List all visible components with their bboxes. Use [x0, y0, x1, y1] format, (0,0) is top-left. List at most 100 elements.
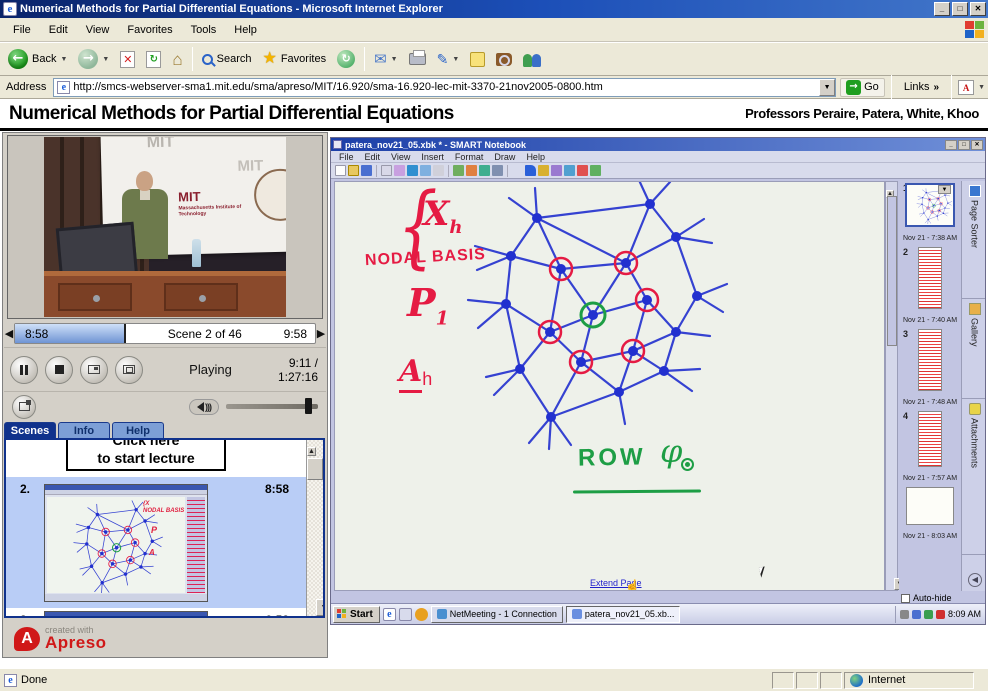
- scene-item-1[interactable]: Click here to start lecture: [6, 440, 323, 477]
- layout-button[interactable]: [80, 356, 108, 384]
- canvas-scrollbar[interactable]: ▲ ▼: [885, 181, 898, 591]
- tray-network-icon[interactable]: [924, 610, 933, 619]
- playback-status: Playing: [150, 362, 271, 377]
- scene-3-thumbnail[interactable]: OLD BUSINESS: [44, 611, 208, 618]
- tab-info[interactable]: Info: [58, 422, 110, 439]
- address-input[interactable]: [73, 79, 819, 96]
- tray-pen-icon[interactable]: [900, 610, 909, 619]
- discuss-button[interactable]: [466, 50, 489, 69]
- tab-help[interactable]: Help: [112, 422, 164, 439]
- notebook-close-icon: ✕: [971, 140, 983, 150]
- minimize-button[interactable]: _: [934, 2, 950, 16]
- print-button[interactable]: [405, 51, 430, 67]
- task-netmeeting[interactable]: NetMeeting - 1 Connection: [431, 606, 563, 623]
- tab-page-sorter[interactable]: Page Sorter: [962, 181, 986, 299]
- adobe-pdf-icon[interactable]: A: [958, 80, 974, 95]
- stop-button[interactable]: ✕: [116, 49, 139, 70]
- scene-item-3[interactable]: 3. 9:58 OLD BUSINESS: [6, 608, 323, 618]
- start-button[interactable]: Start: [333, 606, 380, 623]
- page-header: Numerical Methods for Partial Differenti…: [0, 99, 988, 131]
- volume-row: ))): [4, 391, 326, 421]
- tab-scenes[interactable]: Scenes: [4, 422, 56, 439]
- scroll-down-icon[interactable]: ▼: [316, 599, 325, 616]
- scene-progress-track[interactable]: 8:58 Scene 2 of 46 9:58: [14, 323, 316, 344]
- page-thumb-2[interactable]: 2 Nov 21 - 7:40 AM: [899, 247, 961, 327]
- search-button[interactable]: Search: [198, 51, 256, 67]
- home-button[interactable]: ⌂: [168, 49, 186, 70]
- stop-playback-button[interactable]: [45, 356, 73, 384]
- smart-notebook-capture[interactable]: patera_nov21_05.xbk * - SMART Notebook _…: [330, 137, 986, 625]
- swap-view-button[interactable]: [115, 356, 143, 384]
- status-page-icon: e: [4, 674, 17, 687]
- next-scene-icon[interactable]: ▶: [316, 327, 326, 340]
- quicklaunch-ie-icon[interactable]: e: [383, 608, 396, 621]
- popout-button[interactable]: [12, 395, 36, 419]
- canvas-scroll-thumb[interactable]: [887, 196, 897, 346]
- apreso-branding: A created with Apreso: [4, 620, 326, 657]
- scroll-thumb[interactable]: [307, 458, 323, 480]
- links-menu[interactable]: Links »: [898, 81, 945, 93]
- scene-item-2-selected[interactable]: 2. 8:58 {XNODAL BASIS P A: [6, 477, 323, 608]
- volume-slider[interactable]: [226, 404, 318, 409]
- auto-hide-checkbox[interactable]: [901, 594, 910, 603]
- go-arrow-icon: →: [846, 80, 861, 95]
- volume-knob[interactable]: [305, 398, 312, 414]
- task-notebook[interactable]: patera_nov21_05.xb...: [566, 606, 681, 623]
- refresh-button[interactable]: ↻: [142, 49, 165, 70]
- close-button[interactable]: ✕: [970, 2, 986, 16]
- notebook-canvas[interactable]: { Xh NODAL BASIS P1 Ah ROW φ Extend Page…: [334, 181, 885, 591]
- menu-view[interactable]: View: [77, 21, 119, 39]
- mute-button[interactable]: ))): [189, 399, 219, 415]
- prev-scene-icon[interactable]: ◀: [4, 327, 14, 340]
- tray-antivirus-icon[interactable]: [936, 610, 945, 619]
- menu-file[interactable]: File: [4, 21, 40, 39]
- maximize-button[interactable]: □: [952, 2, 968, 16]
- pause-button[interactable]: [10, 356, 38, 384]
- menu-edit[interactable]: Edit: [40, 21, 77, 39]
- redo-icon: [420, 165, 431, 176]
- swap-view-icon: [123, 365, 135, 374]
- back-dropdown-icon[interactable]: ▼: [60, 56, 67, 63]
- attachments-icon: [969, 403, 981, 415]
- pdf-dropdown-icon[interactable]: ▼: [978, 84, 985, 91]
- tray-display-icon[interactable]: [912, 610, 921, 619]
- research-button[interactable]: [492, 51, 516, 68]
- menu-favorites[interactable]: Favorites: [118, 21, 181, 39]
- mail-dropdown-icon[interactable]: ▼: [391, 56, 398, 63]
- menu-tools[interactable]: Tools: [182, 21, 226, 39]
- favorites-button[interactable]: ★ Favorites: [258, 49, 330, 69]
- scroll-up-icon[interactable]: ▲: [307, 447, 316, 456]
- page-thumb-1[interactable]: 1 ▼ Nov 21 - 7:38 AM: [899, 183, 961, 245]
- mail-icon: ✉: [374, 50, 387, 68]
- page-thumb-5[interactable]: 5 Nov 21 - 8:03 AM: [899, 487, 961, 543]
- scene-list-scrollbar[interactable]: ▲ ▼: [306, 440, 323, 616]
- edit-button[interactable]: ✎ ▼: [433, 49, 464, 70]
- menu-help[interactable]: Help: [225, 21, 266, 39]
- messenger-button[interactable]: [519, 49, 545, 69]
- lecture-video[interactable]: MIT MIT MIT Massachusetts Institute of T…: [44, 137, 286, 317]
- tab-attachments[interactable]: Attachments: [962, 399, 986, 555]
- page-thumb-4[interactable]: 4 Nov 21 - 7:57 AM: [899, 411, 961, 485]
- apreso-logo-icon: A: [14, 627, 40, 651]
- address-dropdown-icon[interactable]: ▼: [819, 79, 835, 96]
- collapse-sidebar-icon[interactable]: ◀: [968, 573, 982, 587]
- page-thumb-3[interactable]: 3 Nov 21 - 7:48 AM: [899, 329, 961, 409]
- address-field[interactable]: e ▼: [53, 78, 836, 97]
- history-button[interactable]: ↻: [333, 48, 359, 70]
- tab-gallery[interactable]: Gallery: [962, 299, 986, 399]
- back-button[interactable]: ← Back ▼: [4, 47, 71, 71]
- home-icon: ⌂: [172, 51, 182, 68]
- quicklaunch-desktop-icon[interactable]: [399, 608, 412, 621]
- auto-hide-option[interactable]: Auto-hide: [901, 593, 952, 603]
- go-button[interactable]: → Go: [840, 78, 885, 97]
- page-dropdown-icon[interactable]: ▼: [938, 185, 951, 194]
- scene-2-thumbnail[interactable]: {XNODAL BASIS P A: [44, 484, 208, 602]
- window-titlebar[interactable]: e Numerical Methods for Partial Differen…: [0, 0, 988, 18]
- start-lecture-box[interactable]: Click here to start lecture: [66, 440, 226, 471]
- quicklaunch-media-icon[interactable]: [415, 608, 428, 621]
- forward-dropdown-icon[interactable]: ▼: [102, 56, 109, 63]
- forward-button[interactable]: → ▼: [74, 47, 113, 71]
- links-chevron-icon[interactable]: »: [934, 82, 940, 93]
- edit-dropdown-icon[interactable]: ▼: [452, 56, 459, 63]
- mail-button[interactable]: ✉ ▼: [370, 48, 402, 70]
